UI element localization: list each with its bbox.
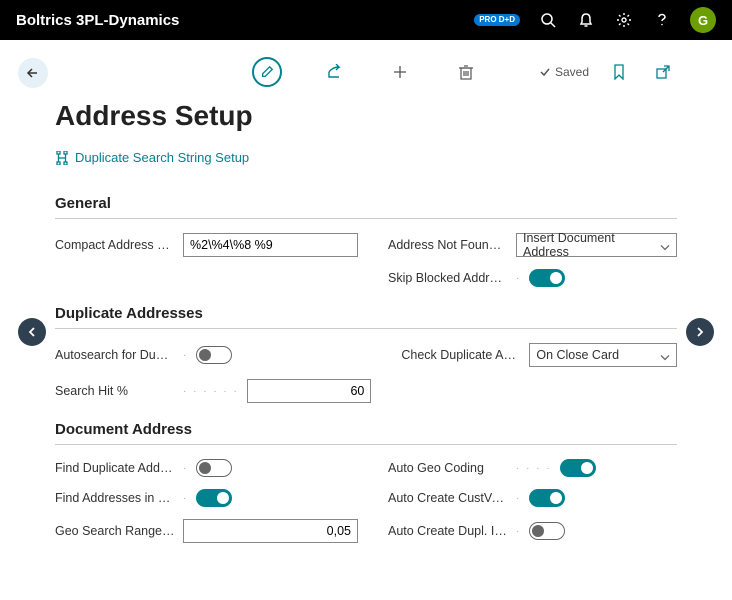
check-duplicate-value: On Close Card <box>536 348 619 362</box>
gear-icon[interactable] <box>614 10 634 30</box>
share-button[interactable] <box>320 58 348 86</box>
popout-icon[interactable] <box>649 58 677 86</box>
section-document-header[interactable]: Document Address <box>55 421 677 445</box>
chevron-down-icon <box>660 349 670 363</box>
notifications-icon[interactable] <box>576 10 596 30</box>
search-hit-input[interactable] <box>247 379 371 403</box>
topbar: Boltrics 3PL-Dynamics PRO D+D G <box>0 0 732 40</box>
auto-cust-toggle[interactable] <box>529 489 565 507</box>
auto-dupl-toggle[interactable] <box>529 522 565 540</box>
section-duplicates-header[interactable]: Duplicate Addresses <box>55 305 677 329</box>
chevron-down-icon <box>660 239 670 253</box>
action-link-label: Duplicate Search String Setup <box>75 150 249 165</box>
section-general-header[interactable]: General <box>55 195 677 219</box>
find-duplicate-toggle[interactable] <box>196 459 232 477</box>
avatar[interactable]: G <box>690 7 716 33</box>
prev-record-button[interactable] <box>18 318 46 346</box>
back-button[interactable] <box>18 58 48 88</box>
help-icon[interactable] <box>652 10 672 30</box>
compact-address-format-input[interactable] <box>183 233 358 257</box>
auto-geo-label: Auto Geo Coding <box>388 461 508 475</box>
delete-button[interactable] <box>452 58 480 86</box>
find-geo-label: Find Addresses in G… <box>55 491 175 505</box>
section-general: General Compact Address F… Address Not F… <box>55 195 677 287</box>
skip-blocked-toggle[interactable] <box>529 269 565 287</box>
new-button[interactable] <box>386 58 414 86</box>
address-not-found-select[interactable]: Insert Document Address <box>516 233 677 257</box>
check-duplicate-label: Check Duplicate Ad… <box>401 348 521 362</box>
skip-blocked-label: Skip Blocked Addre… <box>388 271 508 285</box>
page-body: Saved Address Setup Duplicate Search Str… <box>0 40 732 543</box>
search-hit-label: Search Hit % <box>55 384 175 398</box>
auto-geo-toggle[interactable] <box>560 459 596 477</box>
address-not-found-value: Insert Document Address <box>523 231 656 259</box>
auto-dupl-label: Auto Create Dupl. In… <box>388 524 508 538</box>
find-dup-label: Find Duplicate Addr… <box>55 461 175 475</box>
duplicate-search-string-setup-link[interactable]: Duplicate Search String Setup <box>55 150 677 177</box>
address-not-found-label: Address Not Found … <box>388 238 508 252</box>
section-duplicates: Duplicate Addresses Autosearch for Dupl…… <box>55 305 677 403</box>
geo-range-label: Geo Search Range (… <box>55 524 175 538</box>
check-duplicate-select[interactable]: On Close Card <box>529 343 677 367</box>
find-geo-toggle[interactable] <box>196 489 232 507</box>
pro-badge[interactable]: PRO D+D <box>474 14 520 26</box>
auto-cust-label: Auto Create CustVe… <box>388 491 508 505</box>
toolbar: Saved <box>55 50 677 94</box>
saved-label: Saved <box>555 65 589 79</box>
saved-status: Saved <box>539 65 589 79</box>
compact-address-format-label: Compact Address F… <box>55 238 175 252</box>
app-title: Boltrics 3PL-Dynamics <box>16 12 179 29</box>
autosearch-label: Autosearch for Dupl… <box>55 348 175 362</box>
page-title: Address Setup <box>55 100 677 132</box>
geo-range-input[interactable] <box>183 519 358 543</box>
section-document: Document Address Find Duplicate Addr… · … <box>55 421 677 543</box>
autosearch-toggle[interactable] <box>196 346 232 364</box>
search-icon[interactable] <box>538 10 558 30</box>
next-record-button[interactable] <box>686 318 714 346</box>
topbar-actions: PRO D+D G <box>474 7 716 33</box>
edit-button[interactable] <box>252 57 282 87</box>
bookmark-icon[interactable] <box>605 58 633 86</box>
